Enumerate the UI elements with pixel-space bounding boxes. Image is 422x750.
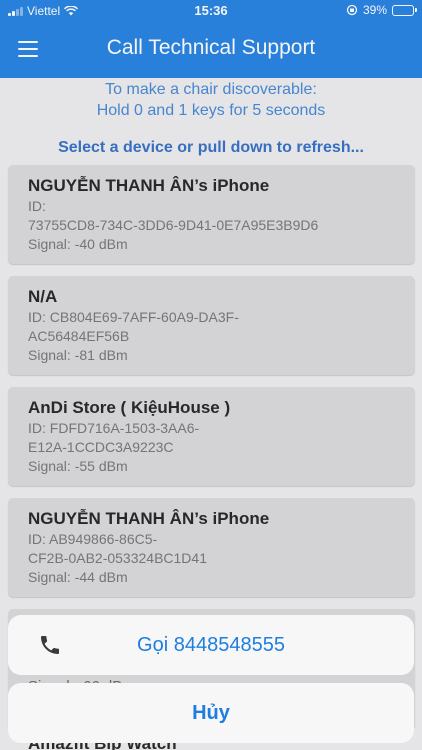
call-button-label: Gọi 8448548555 [137, 633, 285, 656]
cancel-button-label: Hủy [192, 701, 230, 724]
phone-icon [41, 636, 59, 654]
cancel-button[interactable]: Hủy [8, 683, 414, 743]
call-button[interactable]: Gọi 8448548555 [8, 615, 414, 675]
action-sheet: Gọi 8448548555 Hủy [8, 615, 414, 743]
